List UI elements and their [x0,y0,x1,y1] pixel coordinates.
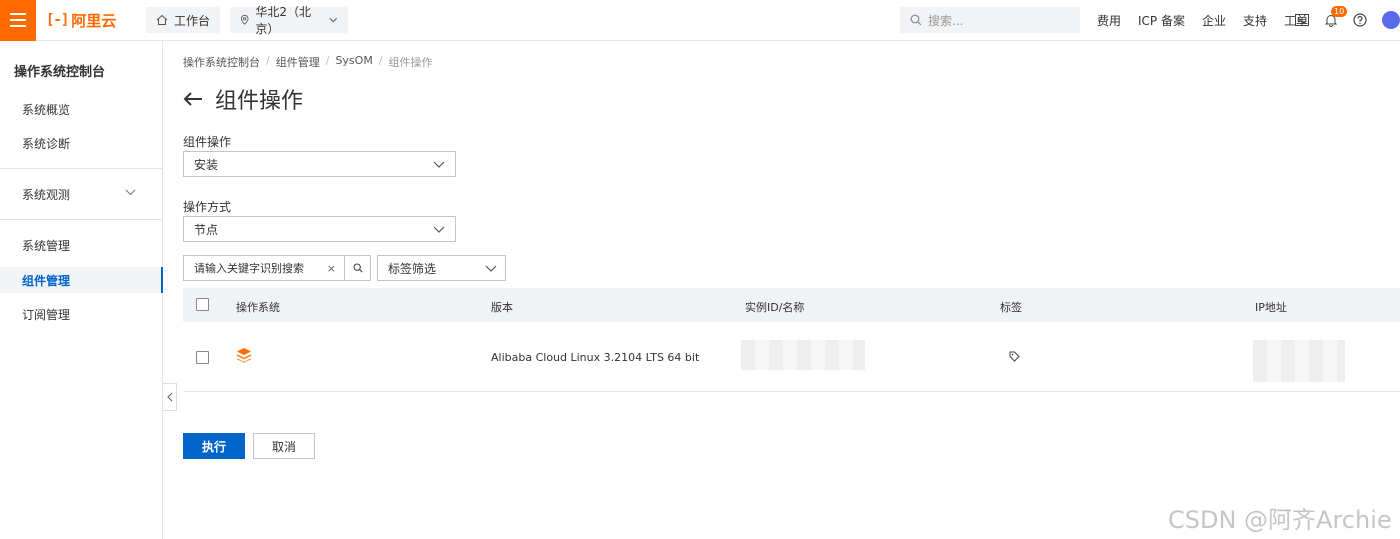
sidebar-item-label: 系统诊断 [22,136,71,151]
column-header-os: 操作系统 [236,301,280,314]
page-title: 组件操作 [215,89,304,114]
chevron-down-icon [433,226,445,233]
operation-select[interactable]: 安装 [183,151,456,177]
sidebar-divider [0,168,162,169]
global-search-placeholder: 搜索... [928,13,964,28]
sidebar-item-label: 系统概览 [22,102,71,117]
column-header-ip: IP地址 [1255,301,1287,314]
back-arrow-icon[interactable] [183,91,203,107]
hamburger-menu-button[interactable] [0,0,36,41]
table-row[interactable]: Alibaba Cloud Linux 3.2104 LTS 64 bit [183,322,1400,392]
link-icp[interactable]: ICP 备案 [1138,12,1185,29]
link-enterprise[interactable]: 企业 [1202,12,1226,29]
breadcrumb-separator: / [266,54,270,67]
sidebar-item-observe[interactable]: 系统观测 [0,181,162,207]
breadcrumb-item[interactable]: 操作系统控制台 [183,54,260,70]
breadcrumb-separator: / [378,54,383,67]
chevron-left-icon [166,392,172,402]
watermark: CSDN @阿齐Archie [1168,506,1392,534]
sidebar-item-component-management[interactable]: 组件管理 [0,267,163,293]
sidebar-item-subscription[interactable]: 订阅管理 [0,301,162,327]
location-pin-icon [240,14,249,25]
method-select[interactable]: 节点 [183,216,456,242]
chevron-down-icon [125,189,136,196]
breadcrumb-item[interactable]: 组件管理 [276,54,320,70]
sidebar: 操作系统控制台 系统概览 系统诊断 系统观测 系统管理 组件管理 订阅管理 [0,41,163,539]
workbench-button[interactable]: 工作台 [146,7,221,33]
tag-icon[interactable] [1009,351,1020,362]
breadcrumb: 操作系统控制台 / 组件管理 / SysOM / 组件操作 [183,54,433,70]
link-billing[interactable]: 费用 [1097,12,1121,29]
logo-text: 阿里云 [71,11,117,30]
help-icon[interactable] [1352,12,1368,28]
notification-badge: 10 [1331,6,1348,17]
region-label: 华北2（北京） [255,5,312,36]
sidebar-divider [0,219,162,220]
aliyun-logo[interactable]: [-] 阿里云 [46,10,136,31]
select-all-checkbox[interactable] [196,298,209,311]
table-header: 操作系统 版本 实例ID/名称 标签 IP地址 [183,288,1400,322]
column-header-version: 版本 [491,301,513,314]
execute-button[interactable]: 执行 [183,433,245,459]
workbench-label: 工作台 [174,13,211,28]
logo-bracket-icon: [-] [46,12,69,28]
operation-value: 安装 [194,157,219,172]
breadcrumb-separator: / [325,54,330,67]
tag-filter-select[interactable]: 标签筛选 [377,255,506,281]
link-support[interactable]: 支持 [1243,12,1267,29]
instance-id-redacted [741,340,865,370]
sidebar-collapse-button[interactable] [163,383,177,411]
global-search-input[interactable]: 搜索... [900,7,1080,33]
terminal-icon[interactable] [1294,12,1310,28]
search-icon [910,14,922,26]
search-button[interactable] [344,255,371,281]
sidebar-item-diagnosis[interactable]: 系统诊断 [0,130,162,156]
cancel-button[interactable]: 取消 [253,433,315,459]
row-checkbox[interactable] [196,351,209,364]
search-icon [352,263,363,273]
ip-address-redacted [1253,340,1345,382]
tag-filter-label: 标签筛选 [388,261,437,276]
user-avatar[interactable] [1382,11,1400,29]
sidebar-item-label: 系统管理 [22,238,71,253]
keyword-search-input[interactable]: 请输入关键字识别搜索 × [183,255,345,281]
operation-label: 组件操作 [183,135,232,149]
chevron-down-icon [329,17,338,23]
breadcrumb-item[interactable]: SysOM [335,54,372,70]
keyword-search-placeholder: 请输入关键字识别搜索 [194,262,304,275]
home-icon [156,14,168,25]
region-selector[interactable]: 华北2（北京） [230,5,349,36]
sidebar-item-label: 组件管理 [22,273,71,288]
method-value: 节点 [194,222,219,237]
alibaba-cloud-linux-os-icon [237,348,251,363]
column-header-tags: 标签 [1000,301,1022,314]
os-version: Alibaba Cloud Linux 3.2104 LTS 64 bit [491,351,700,364]
chevron-down-icon [485,265,497,272]
sidebar-item-label: 系统观测 [22,187,71,202]
sidebar-title: 操作系统控制台 [14,65,106,80]
notification-bell-icon[interactable]: 10 [1323,6,1348,28]
breadcrumb-current: 组件操作 [388,56,433,69]
clear-icon[interactable]: × [327,262,336,275]
top-links: 费用 ICP 备案 企业 支持 工单 [1097,0,1308,41]
page-header: 组件操作 [183,83,303,115]
sidebar-item-system-management[interactable]: 系统管理 [0,232,162,258]
sidebar-item-overview[interactable]: 系统概览 [0,96,162,122]
method-label: 操作方式 [183,200,232,214]
sidebar-item-label: 订阅管理 [22,307,71,322]
chevron-down-icon [433,161,445,168]
column-header-instance: 实例ID/名称 [745,301,805,314]
